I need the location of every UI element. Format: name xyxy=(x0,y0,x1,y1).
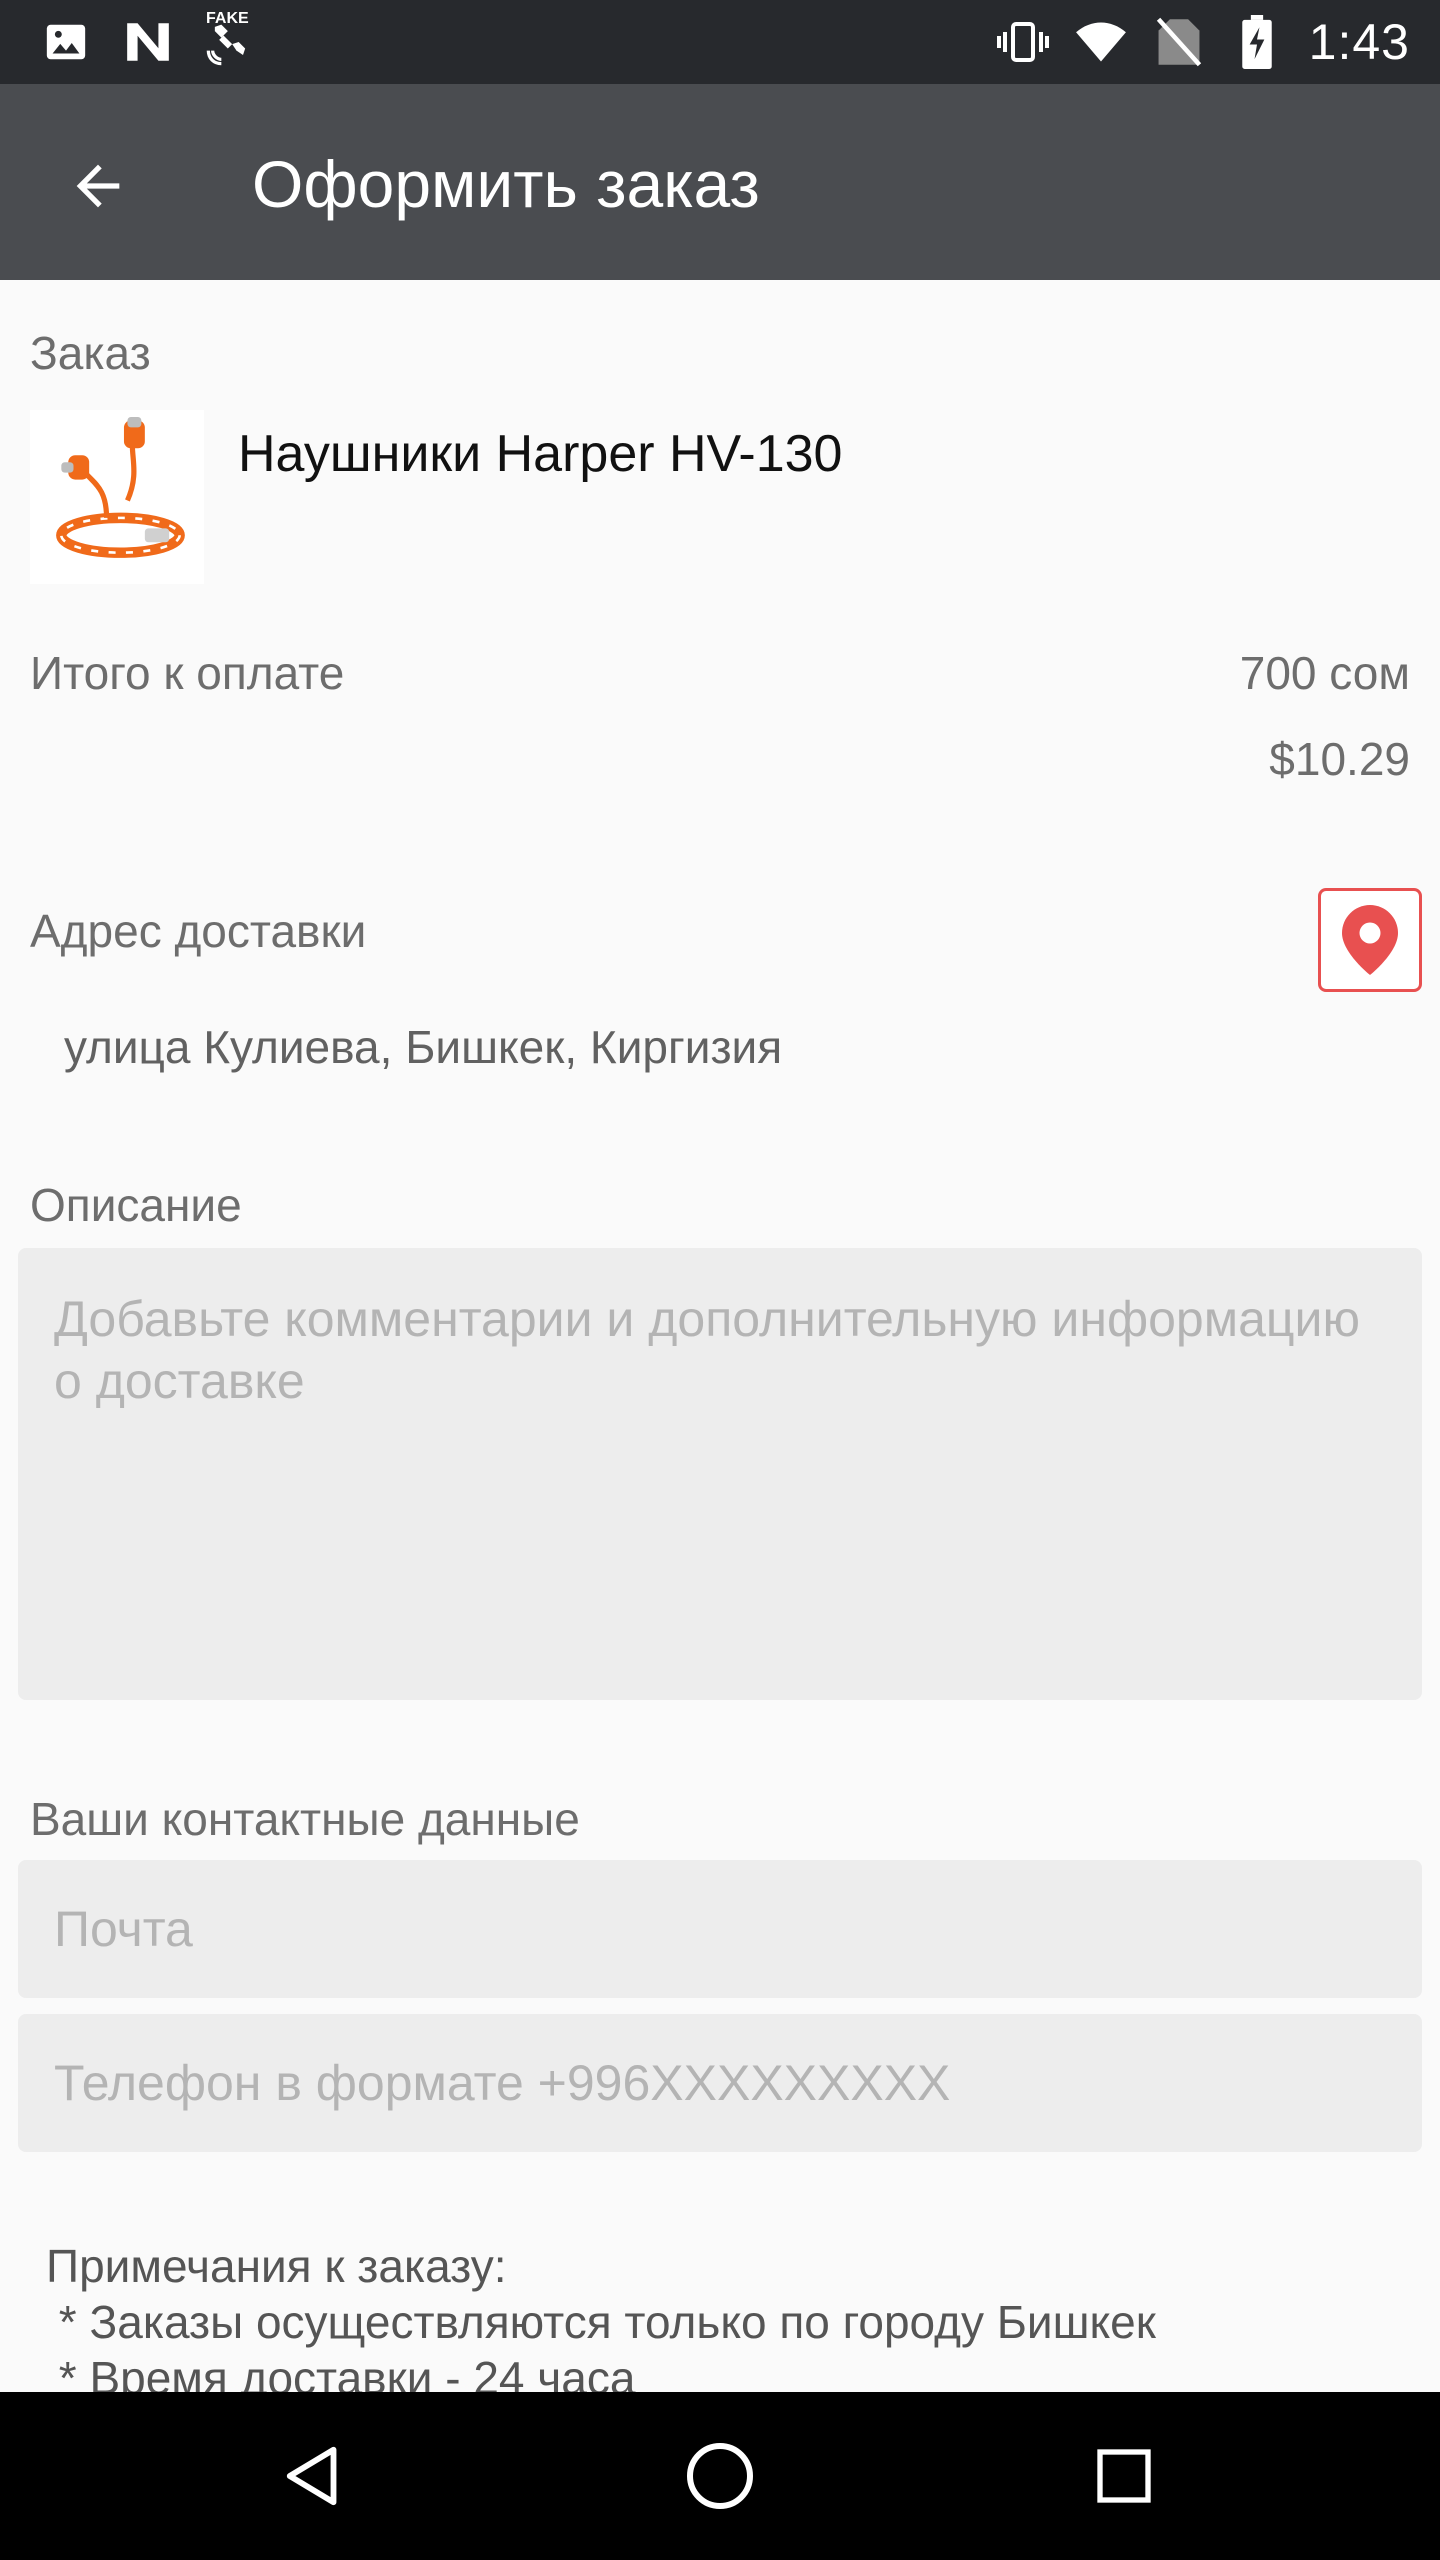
description-placeholder: Добавьте комментарии и дополнительную ин… xyxy=(54,1291,1360,1409)
map-pin-icon xyxy=(1342,905,1398,975)
fake-label: FAKE xyxy=(206,10,249,27)
navigation-bar xyxy=(0,2392,1440,2560)
wifi-icon xyxy=(1075,16,1127,68)
status-time: 1:43 xyxy=(1308,14,1410,70)
notes-title: Примечания к заказу: xyxy=(46,2240,507,2292)
notes-line-city: * Заказы осуществляются только по городу… xyxy=(46,2296,1156,2348)
description-textarea[interactable]: Добавьте комментарии и дополнительную ин… xyxy=(18,1248,1422,1700)
phone-field[interactable]: Телефон в формате +996XXXXXXXXX xyxy=(18,2014,1422,2152)
delivery-address-label: Адрес доставки xyxy=(30,905,367,957)
order-section-label: Заказ xyxy=(30,327,151,379)
headphones-product-image xyxy=(30,410,204,584)
description-label: Описание xyxy=(30,1179,242,1231)
total-label: Итого к оплате xyxy=(30,647,345,699)
status-bar-system: 1:43 xyxy=(996,14,1410,70)
vibrate-icon xyxy=(996,16,1049,68)
delivery-address-value: улица Кулиева, Бишкек, Киргизия xyxy=(64,1021,783,1073)
order-notes: Примечания к заказу: * Заказы осуществля… xyxy=(46,2238,1156,2392)
fake-gps-satellite-icon: FAKE xyxy=(204,10,256,68)
page-title: Оформить заказ xyxy=(252,147,760,221)
battery-charging-icon xyxy=(1231,15,1283,69)
nav-recents-button[interactable] xyxy=(1074,2426,1174,2526)
order-form: Заказ Наушники Harper HV-130 Итого к опл… xyxy=(0,280,1440,2392)
nav-back-icon xyxy=(286,2446,337,2506)
product-name: Наушники Harper HV-130 xyxy=(238,425,843,483)
total-amount-usd: $10.29 xyxy=(1269,733,1410,785)
contacts-label: Ваши контактные данные xyxy=(30,1793,580,1845)
arrow-back-icon xyxy=(76,164,120,208)
email-placeholder: Почта xyxy=(54,1901,193,1957)
notes-line-delivery-time: * Время доставки - 24 часа xyxy=(46,2352,636,2392)
nav-recents-icon xyxy=(1097,2449,1151,2503)
email-field[interactable]: Почта xyxy=(18,1860,1422,1998)
image-icon xyxy=(40,16,92,68)
phone-placeholder: Телефон в формате +996XXXXXXXXX xyxy=(54,2055,951,2111)
no-sim-icon xyxy=(1153,16,1205,68)
n-notification-icon xyxy=(122,16,174,68)
app-bar: Оформить заказ xyxy=(0,84,1440,280)
nav-home-icon xyxy=(687,2443,753,2509)
nav-home-button[interactable] xyxy=(670,2426,770,2526)
map-location-button[interactable] xyxy=(1318,888,1422,992)
total-amount-local: 700 сом xyxy=(1239,647,1410,699)
back-button[interactable] xyxy=(50,138,146,234)
nav-back-button[interactable] xyxy=(266,2426,366,2526)
status-bar: FAKE 1:43 xyxy=(0,0,1440,84)
status-bar-notifications: FAKE xyxy=(40,10,256,70)
